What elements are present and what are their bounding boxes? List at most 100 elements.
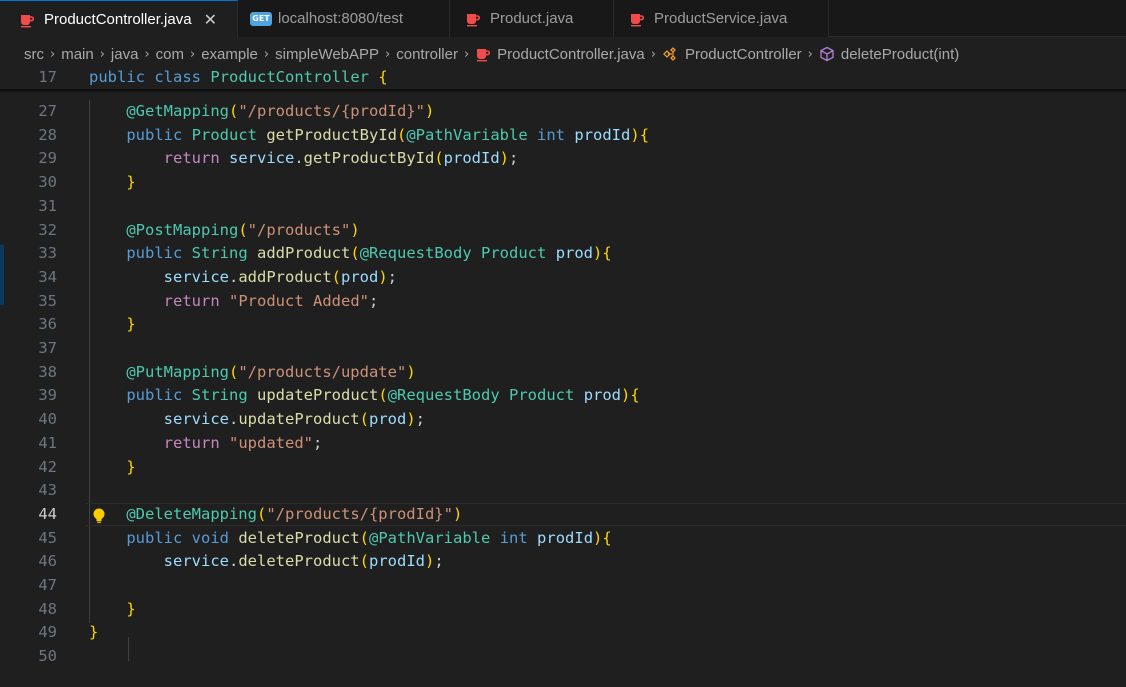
code-text: public void deleteProduct(@PathVariable …	[126, 528, 612, 547]
code-text: }	[126, 173, 136, 192]
code-text: public String addProduct(@RequestBody Pr…	[126, 244, 612, 263]
line-number: 37	[38, 339, 57, 357]
line-number: 35	[38, 291, 57, 310]
code-text: }	[126, 315, 136, 334]
code-text: @GetMapping("/products/{prodId}")	[126, 102, 435, 120]
code-text: return "Product Added";	[163, 291, 379, 310]
line-number: 31	[38, 196, 57, 215]
code-editor[interactable]: 17 public class ProductController { 27 @Ge…	[0, 66, 1126, 687]
code-line[interactable]: 41 return "updated";	[0, 432, 1126, 456]
code-line[interactable]: 49}	[0, 621, 1126, 645]
tab-product-service[interactable]: ProductService.java	[614, 0, 829, 37]
line-number: 46	[38, 552, 57, 571]
code-text: @PostMapping("/products")	[126, 220, 360, 239]
line-number: 30	[38, 173, 57, 192]
code-line[interactable]: 50	[0, 645, 1126, 669]
breadcrumb-item[interactable]: ProductController.java	[497, 46, 645, 63]
breadcrumb: src › main › java › com › example › simpleWeb…	[24, 43, 959, 65]
code-line[interactable]: 44 @DeleteMapping("/products/{prodId}")	[0, 502, 1126, 527]
line-number: 33	[38, 244, 57, 263]
code-text: service.addProduct(prod);	[163, 267, 398, 286]
code-line[interactable]: 42 }	[0, 456, 1126, 480]
line-number: 29	[38, 149, 57, 168]
tab-label: ProductService.java	[654, 10, 788, 27]
line-number: 17	[38, 68, 57, 86]
line-number: 44	[38, 504, 57, 523]
sticky-scroll-shadow	[0, 89, 1126, 93]
tab-label: Product.java	[490, 10, 574, 27]
chevron-right-icon: ›	[807, 46, 813, 62]
code-text: @DeleteMapping("/products/{prodId}")	[126, 504, 463, 523]
code-line[interactable]: 34 service.addProduct(prod);	[0, 266, 1126, 290]
tab-localhost-test[interactable]: GET localhost:8080/test	[238, 0, 450, 37]
chevron-right-icon: ›	[263, 46, 270, 62]
code-line[interactable]: 47	[0, 574, 1126, 598]
code-line[interactable]: 46 service.deleteProduct(prodId);	[0, 550, 1126, 574]
chevron-right-icon: ›	[190, 46, 196, 62]
code-text: service.updateProduct(prod);	[163, 410, 426, 429]
code-line[interactable]: 33 public String addProduct(@RequestBody…	[0, 242, 1126, 266]
line-number: 32	[38, 220, 57, 239]
code-line[interactable]: 36 }	[0, 313, 1126, 337]
tab-product-controller[interactable]: ProductController.java ✕	[0, 0, 238, 38]
line-number: 48	[38, 599, 57, 618]
line-number: 45	[38, 528, 57, 547]
breadcrumb-item[interactable]: example	[201, 46, 258, 63]
breadcrumb-item[interactable]: ProductController	[685, 46, 802, 63]
code-line[interactable]: 48 }	[0, 598, 1126, 622]
code-line[interactable]: 37	[0, 337, 1126, 361]
java-icon	[628, 11, 646, 27]
code-text: }	[89, 623, 99, 642]
line-number: 36	[38, 315, 57, 334]
tab-product[interactable]: Product.java	[450, 0, 614, 37]
code-line[interactable]: 32 @PostMapping("/products")	[0, 219, 1126, 243]
code-text: }	[126, 599, 136, 618]
line-number: 39	[38, 386, 57, 405]
chevron-right-icon: ›	[50, 46, 56, 62]
code-line[interactable]: 17 public class ProductController {	[0, 66, 1126, 93]
breadcrumb-item[interactable]: com	[156, 46, 184, 63]
get-request-icon: GET	[250, 11, 272, 27]
line-number: 40	[38, 410, 57, 429]
code-line[interactable]: 27 @GetMapping("/products/{prodId}")	[0, 100, 1126, 124]
code-line[interactable]: 29 return service.getProductById(prodId)…	[0, 147, 1126, 171]
chevron-right-icon: ›	[463, 46, 470, 62]
line-number: 42	[38, 457, 57, 476]
breadcrumb-item[interactable]: simpleWebAPP	[275, 46, 379, 63]
line-number: 47	[38, 576, 57, 594]
breadcrumb-item[interactable]: src	[24, 46, 44, 63]
breadcrumb-item[interactable]: main	[61, 46, 94, 63]
tab-label: localhost:8080/test	[278, 10, 404, 27]
java-icon	[18, 12, 36, 28]
chevron-right-icon: ›	[99, 46, 105, 62]
code-text: public String updateProduct(@RequestBody…	[126, 386, 640, 405]
code-line[interactable]: 35 return "Product Added";	[0, 290, 1126, 314]
chevron-right-icon: ›	[144, 46, 150, 62]
java-icon	[475, 46, 491, 62]
breadcrumb-item[interactable]: controller	[396, 46, 458, 63]
code-line[interactable]: 40 service.updateProduct(prod);	[0, 408, 1126, 432]
java-icon	[464, 11, 482, 27]
close-icon[interactable]: ✕	[204, 10, 217, 30]
line-number: 34	[38, 267, 57, 286]
class-icon	[662, 46, 679, 62]
code-line[interactable]: 39 public String updateProduct(@RequestB…	[0, 384, 1126, 408]
code-line[interactable]: 43	[0, 479, 1126, 503]
editor-tab-bar: ProductController.java ✕ GET localhost:8…	[0, 0, 1126, 38]
breadcrumb-item[interactable]: deleteProduct(int)	[841, 46, 959, 63]
code-text: public Product getProductById(@PathVaria…	[126, 125, 650, 144]
chevron-right-icon: ›	[385, 46, 391, 62]
code-line[interactable]: 28 public Product getProductById(@PathVa…	[0, 124, 1126, 148]
breadcrumb-item[interactable]: java	[111, 46, 139, 63]
code-text: service.deleteProduct(prodId);	[163, 552, 444, 571]
code-text: @PutMapping("/products/update")	[126, 362, 416, 381]
code-text: return service.getProductById(prodId);	[163, 149, 519, 168]
line-number: 49	[38, 623, 57, 642]
code-line[interactable]: 30 }	[0, 171, 1126, 195]
line-number: 50	[38, 647, 57, 666]
code-line[interactable]: 45 public void deleteProduct(@PathVariab…	[0, 527, 1126, 551]
tab-label: ProductController.java	[44, 11, 192, 28]
line-number: 43	[38, 481, 57, 500]
code-line[interactable]: 38 @PutMapping("/products/update")	[0, 361, 1126, 385]
code-line[interactable]: 31	[0, 195, 1126, 219]
